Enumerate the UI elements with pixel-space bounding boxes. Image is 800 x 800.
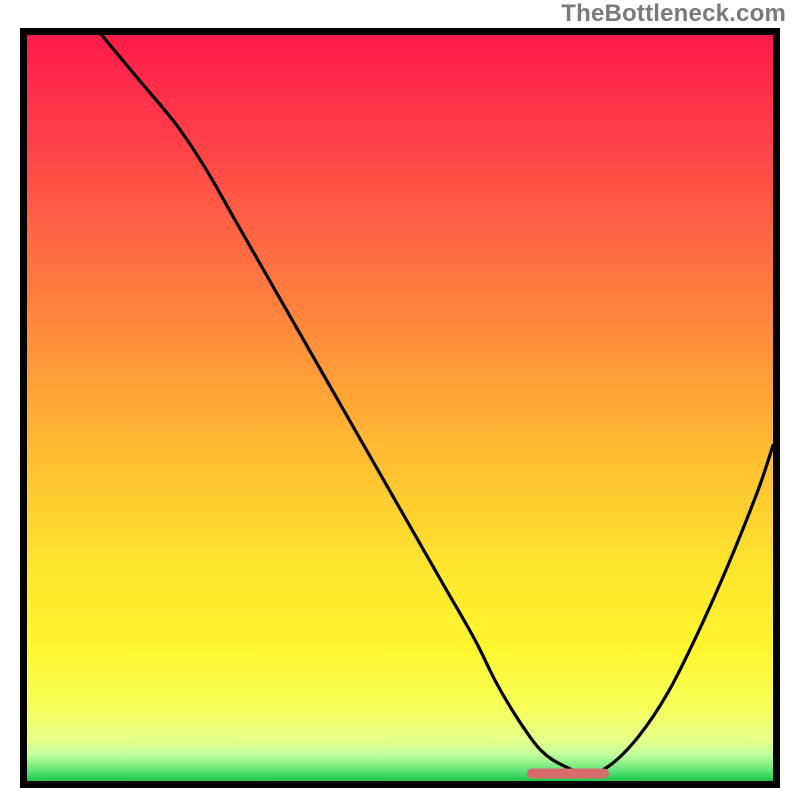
optimum-marker: [527, 769, 609, 779]
chart-frame: [20, 28, 780, 788]
watermark-text: TheBottleneck.com: [561, 0, 786, 28]
gradient-background: [27, 35, 773, 781]
chart-svg: [27, 35, 773, 781]
chart-area: [27, 35, 773, 781]
